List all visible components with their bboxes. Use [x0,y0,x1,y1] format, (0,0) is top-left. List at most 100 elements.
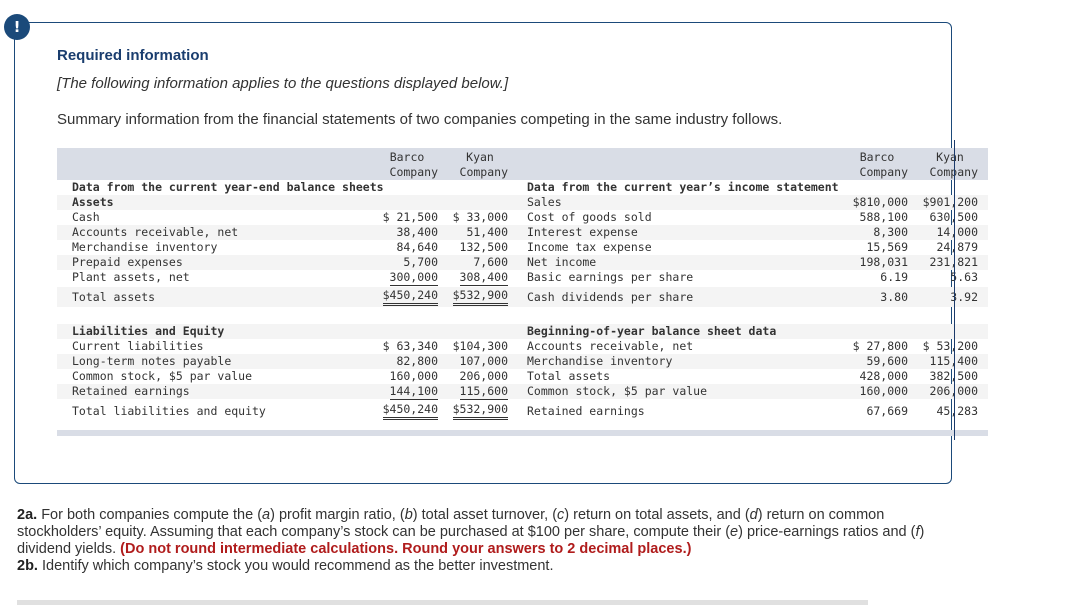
kyan-value: 14,000 [936,225,978,239]
table-row: Current liabilities $ 63,340 $104,300 [57,339,512,354]
question-2a-label: 2a. [17,507,38,523]
question-text-part: For both companies compute the ( [37,507,263,523]
barco-value: 428,000 [859,369,908,383]
column-header-barco-line1: Barco [389,150,425,164]
question-text-part: ) return on total assets, and ( [564,507,750,523]
barco-value: 160,000 [859,384,908,398]
table-row: Cost of goods sold 588,100 630,500 [512,210,988,225]
column-header-barco-line1: Barco [859,150,895,164]
row-label: Retained earnings [527,404,645,418]
table-row: Long-term notes payable 82,800 107,000 [57,354,512,369]
row-label: Plant assets, net [72,270,190,284]
table-row: Basic earnings per share 6.19 5.63 [512,270,988,285]
row-label: Interest expense [527,225,638,239]
section-heading-row: Data from the current year’s income stat… [512,180,988,195]
section-heading: Data from the current year-end balance s… [72,180,384,194]
barco-value: $ 21,500 [382,210,438,224]
row-label: Total assets [527,369,611,383]
kyan-value: 107,000 [459,354,508,368]
item-letter: b [404,507,413,523]
question-text-part: ) total asset turnover, ( [412,507,558,523]
rounding-warning: (Do not round intermediate calculations.… [120,541,692,557]
required-info-title: Required information [57,47,209,64]
table-row: Merchandise inventory 84,640 132,500 [57,240,512,255]
subheading-row: Liabilities and Equity [57,324,512,339]
item-letter: e [730,524,739,540]
barco-value: 588,100 [859,210,908,224]
row-label: Cost of goods sold [527,210,652,224]
barco-value: 5,700 [403,255,438,269]
required-info-summary: Summary information from the financial s… [57,111,783,128]
table-row: Net income 198,031 231,821 [512,255,988,270]
table-row: Plant assets, net 300,000 308,400 [57,270,512,286]
kyan-value: 7,600 [473,255,508,269]
table-row: Sales $810,000 $901,200 [512,195,988,210]
row-label: Net income [527,255,597,269]
text-cursor [954,140,955,440]
kyan-value: 45,283 [936,404,978,418]
table-row: Accounts receivable, net $ 27,800 $ 53,2… [512,339,988,354]
barco-value: 15,569 [866,240,908,254]
section-heading-row: Beginning-of-year balance sheet data [512,324,988,339]
barco-value: 3.80 [880,290,908,304]
barco-value: $ 27,800 [852,339,908,353]
kyan-value: $901,200 [922,195,978,209]
table-footer-band [57,430,988,436]
barco-value: $450,240 [382,287,438,306]
table-row: Common stock, $5 par value 160,000 206,0… [512,384,988,399]
financial-data-table: Barco Company Kyan Company Data from the… [57,148,988,436]
column-header-kyan-line1: Kyan [936,150,964,164]
barco-value: 8,300 [873,225,908,239]
row-label: Merchandise inventory [527,354,673,368]
kyan-value: 132,500 [459,240,508,254]
section-heading-row: Data from the current year-end balance s… [57,180,512,195]
column-header-barco-line2: Company [859,165,908,179]
barco-value: 160,000 [389,369,438,383]
item-letter: d [749,507,758,523]
question-text-part: ) price-earnings ratios and ( [738,524,916,540]
question-text-part: Identify which company’s stock you would… [37,558,554,574]
column-header-kyan: Kyan Company [914,150,978,180]
barco-value: $ 63,340 [382,339,438,353]
subheading-row: Assets [57,195,512,210]
table-row: Total assets 428,000 382,500 [512,369,988,384]
column-header-kyan-line1: Kyan [466,150,494,164]
table-row: Accounts receivable, net 38,400 51,400 [57,225,512,240]
kyan-value: $532,900 [452,401,508,420]
row-label: Current liabilities [72,339,204,353]
table-row: Merchandise inventory 59,600 115,400 [512,354,988,369]
barco-value: 84,640 [396,240,438,254]
kyan-value: $ 53,200 [922,339,978,353]
bottom-divider [17,600,868,605]
item-letter: a [262,507,271,523]
section-heading: Beginning-of-year balance sheet data [527,324,777,338]
column-header-kyan-line2: Company [459,165,508,179]
kyan-value: $104,300 [452,339,508,353]
alert-icon: ! [4,14,30,40]
row-label: Sales [527,195,562,209]
column-header-barco: Barco Company [368,150,438,180]
assets-heading: Assets [72,195,114,209]
kyan-value: 24,879 [936,240,978,254]
row-label: Income tax expense [527,240,652,254]
row-label: Prepaid expenses [72,255,183,269]
barco-value: 67,669 [866,404,908,418]
kyan-value: 51,400 [466,225,508,239]
barco-value: 300,000 [389,270,438,286]
row-label: Accounts receivable, net [72,225,239,239]
column-header-barco-line2: Company [389,165,438,179]
row-label: Cash dividends per share [527,290,694,304]
required-info-note: [The following information applies to th… [57,75,509,92]
table-row: Income tax expense 15,569 24,879 [512,240,988,255]
row-label: Total assets [72,290,156,304]
table-row: Common stock, $5 par value 160,000 206,0… [57,369,512,384]
table-row: Interest expense 8,300 14,000 [512,225,988,240]
row-label: Cash [72,210,100,224]
row-label: Total liabilities and equity [72,404,266,418]
question-text: 2a. For both companies compute the (a ) p… [17,507,967,575]
barco-value: $810,000 [852,195,908,209]
barco-value: 59,600 [866,354,908,368]
kyan-value: $ 33,000 [452,210,508,224]
barco-value: 198,031 [859,255,908,269]
kyan-value: 115,600 [459,384,508,400]
